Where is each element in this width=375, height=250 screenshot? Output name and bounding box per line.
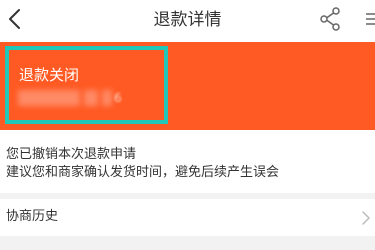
chevron-right-icon — [362, 211, 370, 225]
navigation-bar: 退款详情 — [0, 0, 375, 42]
share-button[interactable] — [318, 6, 344, 32]
share-icon — [320, 7, 340, 31]
redacted-info: 6 — [18, 90, 122, 106]
redacted-block — [18, 90, 80, 106]
redacted-block — [84, 90, 98, 106]
negotiation-history-row[interactable]: 协商历史 — [0, 199, 375, 236]
more-button[interactable] — [352, 6, 375, 32]
advice-message: 建议您和商家确认发货时间，避免后续产生误会 — [6, 165, 280, 180]
refund-detail-screen: 退款详情 退款关闭 6 您已撤销本次退款申请 建议您和商家确认发货时间，避免后续… — [0, 0, 375, 250]
refund-status-title: 退款关闭 — [19, 66, 80, 84]
redacted-block — [102, 90, 112, 106]
negotiation-history-label: 协商历史 — [6, 209, 59, 224]
redacted-suffix: 6 — [114, 91, 122, 105]
more-icon — [366, 13, 375, 25]
revoke-message: 您已撤销本次退款申请 — [6, 147, 137, 162]
highlight-box — [5, 46, 168, 124]
bottom-strip — [0, 240, 375, 250]
refund-status-banner: 退款关闭 6 — [0, 42, 375, 130]
refund-message-card: 您已撤销本次退款申请 建议您和商家确认发货时间，避免后续产生误会 — [0, 130, 375, 193]
